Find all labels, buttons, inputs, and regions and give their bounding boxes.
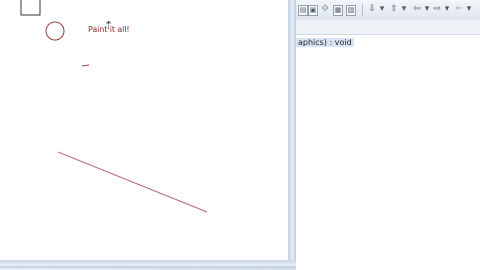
chevron-down-icon[interactable]: ▾ [442,4,452,15]
layout-icon[interactable]: ▤ [298,5,308,16]
drawn-short-line [81,64,90,67]
back-icon[interactable]: ⇦ [412,4,422,15]
ide-toolbar: ▤ ▣ ⟐ ▦ ▧ ⇩ ▾ ⇧ ▾ ⇦ ▾ ⇨ ▾ ⇐ ▾ [296,0,480,21]
method-signature: aphics) : void [296,38,354,47]
mouse-cursor-icon: ⇡ [104,19,114,32]
window-frame-right[interactable] [288,0,296,268]
drawn-long-line [57,151,208,213]
chevron-down-icon[interactable]: ▾ [399,4,409,15]
window-frame-bottom[interactable] [0,260,296,268]
toggle-icon[interactable]: ▣ [308,5,318,16]
drawn-rectangle [20,0,41,16]
hierarchy-icon[interactable]: ▧ [346,5,356,16]
back-disabled-icon[interactable]: ⇐ [454,4,464,15]
drawn-circle [45,21,65,41]
chevron-down-icon[interactable]: ▾ [422,4,432,15]
toolbar-separator [362,4,363,16]
chevron-down-icon[interactable]: ▾ [464,4,474,15]
chevron-down-icon[interactable]: ▾ [377,4,387,15]
pin-icon[interactable]: ⟐ [320,4,330,15]
outline-method-row[interactable]: aphics) : void [296,36,480,49]
next-annotation-icon[interactable]: ⇩ [367,4,377,15]
ide-panel: ▤ ▣ ⟐ ▦ ▧ ⇩ ▾ ⇧ ▾ ⇦ ▾ ⇨ ▾ ⇐ ▾ aphics) : … [296,0,480,270]
drawing-surface [20,0,208,213]
previous-annotation-icon[interactable]: ⇧ [389,4,399,15]
outline-header [296,20,480,35]
applet-canvas[interactable]: Paint it all! ⇡ [0,0,289,261]
outline-icon[interactable]: ▦ [333,5,343,16]
forward-icon[interactable]: ⇨ [432,4,442,15]
applet-window: Paint it all! ⇡ [0,0,296,270]
